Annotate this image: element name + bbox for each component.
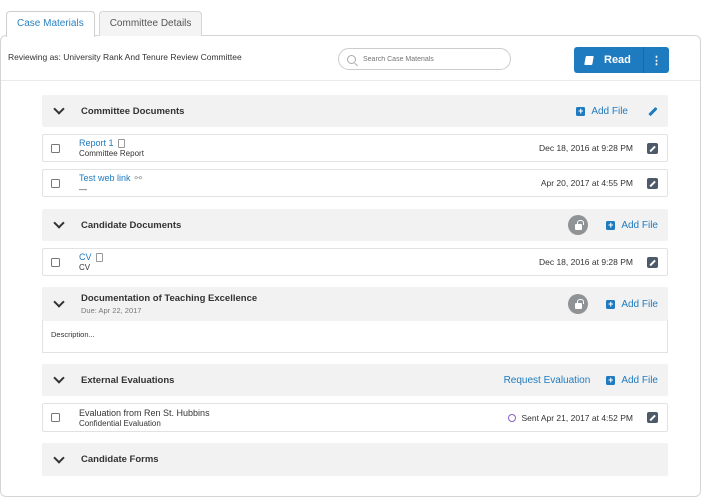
file-link[interactable]: Report 1 xyxy=(79,138,144,148)
section-title: Documentation of Teaching Excellence xyxy=(81,293,258,304)
row-checkbox[interactable] xyxy=(51,413,60,422)
clock-icon xyxy=(508,413,517,422)
file-link[interactable]: Test web link ⚯ xyxy=(79,173,142,184)
read-more-button[interactable]: ⋮ xyxy=(643,47,669,73)
section-title: Candidate Forms xyxy=(81,454,159,465)
plus-icon: + xyxy=(576,105,586,116)
add-file-label: Add File xyxy=(621,374,658,386)
read-button-label: Read xyxy=(604,54,631,66)
edit-icon[interactable] xyxy=(647,256,658,268)
section-committee-documents: Committee Documents + Add File xyxy=(42,95,668,127)
pencil-icon[interactable] xyxy=(648,106,658,116)
section-title: External Evaluations xyxy=(81,374,175,386)
search-input[interactable] xyxy=(363,55,503,63)
evaluation-title: Evaluation from Ren St. Hubbins xyxy=(79,407,210,418)
plus-icon: + xyxy=(606,219,616,230)
file-title[interactable]: Report 1 xyxy=(79,138,114,148)
add-file-label: Add File xyxy=(591,105,628,117)
read-button[interactable]: Read xyxy=(574,47,643,73)
section-description: Description... xyxy=(42,320,668,353)
edit-icon[interactable] xyxy=(647,142,658,154)
row-checkbox[interactable] xyxy=(51,178,60,188)
search-box[interactable] xyxy=(338,48,511,70)
due-date: Due: Apr 22, 2017 xyxy=(81,306,142,315)
section-candidate-documents: Candidate Documents + Add File xyxy=(42,209,668,241)
chevron-down-icon[interactable] xyxy=(53,103,65,115)
section-title: Candidate Documents xyxy=(81,219,182,231)
file-title[interactable]: CV xyxy=(79,252,92,262)
file-subtitle: CV xyxy=(79,263,91,272)
plus-icon: + xyxy=(606,374,616,385)
lock-icon[interactable] xyxy=(568,294,589,314)
reviewing-as-label: Reviewing as: University Rank And Tenure… xyxy=(8,52,242,62)
request-evaluation-link[interactable]: Request Evaluation xyxy=(504,375,591,386)
section-external-evaluations: External Evaluations Request Evaluation … xyxy=(42,364,668,396)
edit-icon[interactable] xyxy=(647,177,658,189)
add-file-label: Add File xyxy=(621,219,658,231)
section-teaching-excellence: Documentation of Teaching Excellence Due… xyxy=(42,287,668,321)
pdf-file-icon xyxy=(117,138,125,148)
tab-case-materials[interactable]: Case Materials xyxy=(6,11,95,37)
add-file-button[interactable]: + Add File xyxy=(606,299,658,310)
evaluation-sent-date: Sent Apr 21, 2017 at 4:52 PM xyxy=(521,412,633,423)
chevron-down-icon[interactable] xyxy=(53,296,65,308)
read-button-group: Read ⋮ xyxy=(574,47,669,73)
plus-icon: + xyxy=(606,298,616,309)
add-file-button[interactable]: + Add File xyxy=(606,375,658,386)
row-checkbox[interactable] xyxy=(51,143,60,153)
file-subtitle: — xyxy=(79,184,87,194)
link-icon: ⚯ xyxy=(134,172,143,183)
chevron-down-icon[interactable] xyxy=(53,372,65,384)
pdf-file-icon xyxy=(95,252,103,262)
file-title[interactable]: Test web link xyxy=(79,173,131,183)
file-date: Dec 18, 2016 at 9:28 PM xyxy=(538,257,633,267)
section-candidate-forms: Candidate Forms xyxy=(42,443,668,476)
file-subtitle: Committee Report xyxy=(79,149,144,158)
table-row: Report 1 Committee Report Dec 18, 2016 a… xyxy=(42,134,668,162)
search-icon xyxy=(347,54,356,64)
chevron-down-icon[interactable] xyxy=(53,451,65,464)
add-file-button[interactable]: + Add File xyxy=(606,220,658,231)
section-title: Committee Documents xyxy=(81,105,185,117)
divider xyxy=(1,80,700,81)
row-checkbox[interactable] xyxy=(51,257,60,267)
tab-bar: Case Materials Committee Details xyxy=(6,11,206,37)
chevron-down-icon[interactable] xyxy=(53,217,65,229)
tab-committee-details[interactable]: Committee Details xyxy=(98,11,203,36)
evaluation-subtitle: Confidential Evaluation xyxy=(79,418,161,428)
lock-icon[interactable] xyxy=(568,215,589,235)
table-row: Test web link ⚯ — Apr 20, 2017 at 4:55 PM xyxy=(42,169,668,197)
file-date: Apr 20, 2017 at 4:55 PM xyxy=(540,178,633,188)
add-file-label: Add File xyxy=(621,298,658,310)
evaluation-status: Sent Apr 21, 2017 at 4:52 PM xyxy=(508,413,633,423)
edit-icon[interactable] xyxy=(647,412,658,423)
table-row: CV CV Dec 18, 2016 at 9:28 PM xyxy=(42,248,668,276)
book-icon xyxy=(584,55,594,65)
file-link[interactable]: CV xyxy=(79,252,103,262)
table-row: Evaluation from Ren St. Hubbins Confiden… xyxy=(42,403,668,432)
add-file-button[interactable]: + Add File xyxy=(576,106,628,117)
file-date: Dec 18, 2016 at 9:28 PM xyxy=(538,143,633,153)
